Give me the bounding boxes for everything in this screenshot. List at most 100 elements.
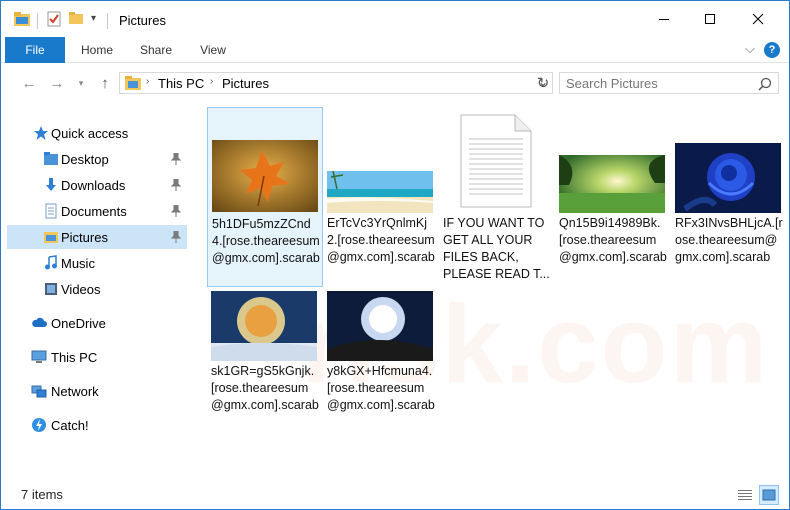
pictures-icon: [44, 232, 58, 243]
chevron-down-icon: ▾: [78, 77, 84, 88]
computer-icon: [31, 350, 47, 363]
sidebar-item-network[interactable]: Network: [7, 379, 187, 403]
sidebar-item-desktop[interactable]: Desktop: [7, 147, 187, 171]
desktop-folder-icon: [44, 152, 58, 165]
title-bar: ▾ Pictures: [1, 1, 789, 37]
new-folder-icon[interactable]: [69, 11, 83, 28]
file-thumbnail: [327, 171, 433, 213]
file-name: sk1GR=gS5kGnjk.[rose.theareesum@gmx.com]…: [211, 364, 319, 412]
file-tile[interactable]: sk1GR=gS5kGnjk.[rose.theareesum@gmx.com]…: [207, 289, 323, 439]
pin-icon[interactable]: [171, 153, 181, 165]
minimize-icon: [659, 19, 669, 20]
pin-icon[interactable]: [171, 231, 181, 243]
sidebar-item-this-pc[interactable]: This PC: [7, 345, 187, 369]
search-icon: [758, 77, 772, 91]
file-tile[interactable]: RFx3INvsBHLjcA.[rose.theareesum@gmx.com]…: [671, 107, 787, 287]
pin-icon[interactable]: [171, 179, 181, 191]
refresh-icon: ↻: [536, 75, 550, 92]
file-tile[interactable]: y8kGX+Hfcmuna4.[rose.theareesum@gmx.com]…: [323, 289, 439, 439]
sidebar-item-label: Documents: [61, 203, 127, 219]
file-thumbnail: [559, 155, 665, 213]
sidebar-item-label: Music: [61, 255, 95, 271]
sidebar-item-catch[interactable]: Catch!: [7, 413, 187, 437]
sidebar-item-label: Downloads: [61, 177, 126, 193]
tab-share[interactable]: Share: [133, 37, 179, 63]
address-row: ← → ▾ ↑ › This PC › Pictures ⌄ ↻: [1, 65, 789, 101]
forward-button[interactable]: →: [47, 73, 67, 93]
sidebar-item-label: This PC: [51, 349, 98, 365]
large-icons-view-icon: [762, 489, 776, 501]
sidebar-item-label: Desktop: [61, 151, 109, 167]
file-name: 5h1DFu5mzZCnd4.[rose.theareesum@gmx.com]…: [212, 217, 320, 265]
explorer-window: ▾ Pictures File Home Share View ⌵ ? ← → …: [0, 0, 790, 510]
catch-app-icon: [32, 418, 46, 432]
download-arrow-icon: [46, 178, 56, 191]
file-tile[interactable]: IF YOU WANT TO GET ALL YOUR FILES BACK, …: [439, 107, 555, 287]
help-button[interactable]: ?: [764, 42, 780, 58]
quick-access-dropdown-icon[interactable]: ▾: [91, 13, 96, 24]
title-separator: [37, 13, 38, 29]
explorer-folder-icon[interactable]: [13, 11, 31, 30]
tab-file[interactable]: File: [5, 37, 65, 63]
file-name: y8kGX+Hfcmuna4.[rose.theareesum@gmx.com]…: [327, 364, 435, 412]
maximize-icon: [705, 14, 715, 24]
sidebar-item-quick-access[interactable]: Quick access: [7, 121, 187, 145]
sidebar-item-music[interactable]: Music: [7, 251, 187, 275]
pictures-folder-icon: [125, 76, 141, 93]
video-film-icon: [45, 283, 57, 295]
file-tile[interactable]: ErTcVc3YrQnlmKj2.[rose.theareesum@gmx.co…: [323, 107, 439, 287]
refresh-button[interactable]: ↻: [533, 73, 553, 93]
breadcrumb-pictures[interactable]: Pictures: [222, 76, 269, 91]
sidebar-item-onedrive[interactable]: OneDrive: [7, 311, 187, 335]
maximize-button[interactable]: [687, 1, 733, 37]
sidebar-item-downloads[interactable]: Downloads: [7, 173, 187, 197]
minimize-button[interactable]: [641, 1, 687, 37]
file-tile[interactable]: Qn15B9i14989Bk.[rose.theareesum@gmx.com]…: [555, 107, 671, 287]
forward-arrow-icon: →: [49, 74, 65, 92]
sidebar-item-label: Quick access: [51, 125, 129, 141]
sidebar-item-documents[interactable]: Documents: [7, 199, 187, 223]
navigation-pane: Quick access Desktop Downloads Documents…: [1, 113, 191, 473]
sidebar-item-pictures[interactable]: Pictures: [7, 225, 187, 249]
up-arrow-icon: ↑: [101, 74, 109, 92]
document-icon: [45, 203, 57, 219]
sidebar-item-label: Videos: [61, 281, 101, 297]
item-count: 7 items: [21, 487, 63, 502]
ribbon-tabs: File Home Share View ⌵ ?: [1, 37, 789, 63]
file-thumbnail: [675, 143, 781, 213]
close-button[interactable]: [735, 1, 781, 37]
text-document-icon: [459, 113, 533, 209]
network-icon: [31, 385, 47, 398]
back-button[interactable]: ←: [19, 73, 39, 93]
search-input[interactable]: [566, 75, 756, 91]
properties-icon[interactable]: [47, 11, 61, 30]
recent-locations-button[interactable]: ▾: [71, 73, 91, 93]
large-icons-view-button[interactable]: [759, 485, 779, 505]
window-title: Pictures: [119, 13, 166, 28]
breadcrumb-chevron-icon: ›: [146, 76, 150, 87]
up-button[interactable]: ↑: [95, 73, 115, 93]
tab-home[interactable]: Home: [73, 37, 121, 63]
file-list: 5h1DFu5mzZCnd4.[rose.theareesum@gmx.com]…: [191, 101, 789, 471]
music-note-icon: [45, 255, 57, 270]
sidebar-item-label: Catch!: [51, 417, 89, 433]
star-icon: [34, 126, 48, 140]
close-icon: [752, 13, 764, 25]
details-view-button[interactable]: [735, 485, 755, 505]
file-name: ErTcVc3YrQnlmKj2.[rose.theareesum@gmx.co…: [327, 216, 435, 264]
details-view-icon: [738, 490, 752, 500]
file-thumbnail: [212, 140, 318, 212]
breadcrumb-chevron-icon: ›: [210, 76, 214, 87]
tab-view[interactable]: View: [191, 37, 235, 63]
breadcrumb-this-pc[interactable]: This PC: [158, 76, 204, 91]
sidebar-item-label: Pictures: [61, 229, 108, 245]
sidebar-item-videos[interactable]: Videos: [7, 277, 187, 301]
search-box[interactable]: [559, 72, 779, 94]
back-arrow-icon: ←: [21, 74, 37, 92]
file-tile[interactable]: 5h1DFu5mzZCnd4.[rose.theareesum@gmx.com]…: [207, 107, 323, 287]
address-bar[interactable]: › This PC › Pictures ⌄: [119, 72, 553, 94]
expand-ribbon-chevron-icon[interactable]: ⌵: [745, 41, 755, 57]
file-thumbnail: [211, 291, 317, 361]
file-name: IF YOU WANT TO GET ALL YOUR FILES BACK, …: [443, 216, 550, 281]
pin-icon[interactable]: [171, 205, 181, 217]
